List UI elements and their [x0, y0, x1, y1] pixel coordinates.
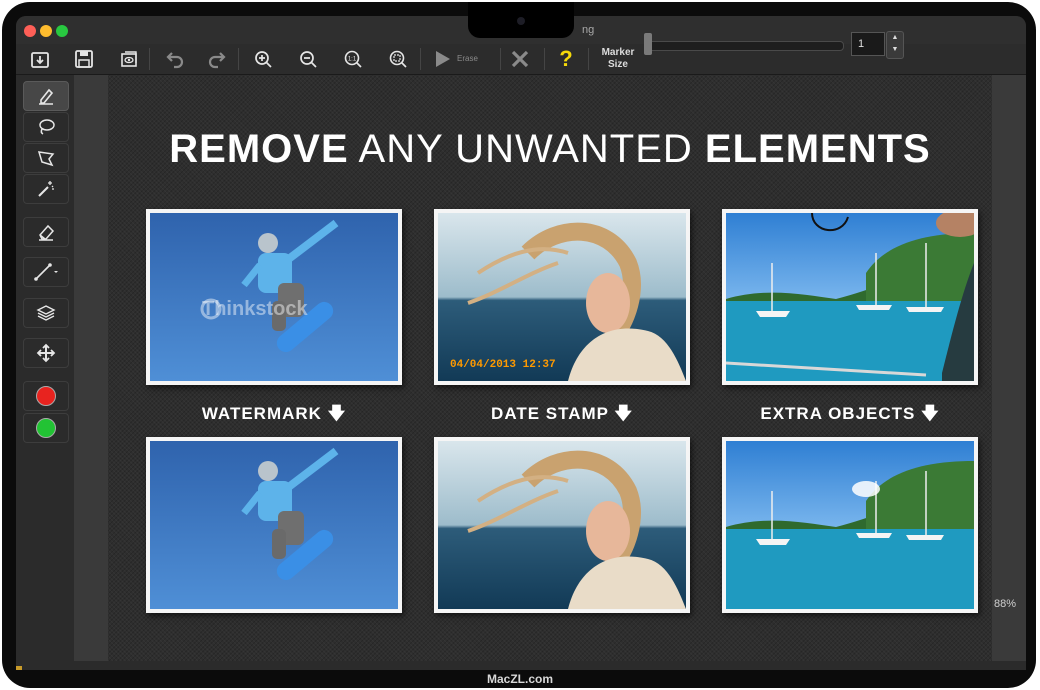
import-button[interactable]: [26, 46, 54, 72]
photo-extra-objects-after: [722, 437, 978, 613]
zoom-fit-icon: [389, 50, 407, 68]
date-stamp-text: 04/04/2013 12:37: [450, 359, 556, 371]
eraser-icon: [39, 224, 55, 241]
photo-extra-objects-before: [722, 209, 978, 385]
preview-icon: [121, 51, 137, 67]
eraser-tool[interactable]: [23, 217, 69, 247]
caption-extra-objects: EXTRA OBJECTS 🡇: [760, 404, 940, 423]
undo-icon: [166, 52, 184, 69]
device-bezel: ng 1:1 Erase ? Marker Size 1 ▲ ▼ REMOVE …: [2, 2, 1036, 688]
marker-size-field[interactable]: 1: [851, 32, 885, 56]
marker-tool[interactable]: [23, 81, 69, 111]
camera-dot: [517, 17, 525, 25]
status-bar: [16, 661, 1026, 670]
layers-icon: [36, 305, 56, 321]
brand-label: MacZL.com: [486, 672, 553, 686]
zoom-fit-button[interactable]: [384, 46, 412, 72]
lasso-tool[interactable]: [23, 112, 69, 142]
help-button[interactable]: ?: [552, 46, 580, 72]
save-icon: [75, 50, 93, 68]
zoom-out-button[interactable]: [294, 46, 322, 72]
close-window-button[interactable]: [24, 25, 36, 37]
move-icon: [36, 343, 56, 363]
canvas-right-margin: [992, 75, 1026, 661]
caption-date-stamp: DATE STAMP 🡇: [491, 404, 633, 423]
undo-button[interactable]: [160, 46, 188, 72]
svg-text:1:1: 1:1: [348, 57, 357, 63]
help-icon: ?: [559, 46, 573, 71]
line-icon: [34, 263, 58, 281]
marker-size-label: Marker Size: [601, 47, 635, 70]
redo-button[interactable]: [204, 46, 232, 72]
layers-tool[interactable]: [23, 298, 69, 328]
red-color-swatch[interactable]: [23, 381, 69, 411]
zoom-level: 88%: [993, 598, 1016, 610]
zoom-in-icon: [255, 51, 272, 68]
red-color-dot: [36, 386, 56, 406]
green-color-dot: [36, 418, 56, 438]
redo-icon: [208, 52, 226, 69]
canvas-left-margin: [74, 75, 108, 661]
magic-wand-icon: [38, 181, 54, 197]
lasso-icon: [39, 119, 55, 135]
line-tool[interactable]: [23, 257, 69, 287]
headline: REMOVE ANY UNWANTED ELEMENTS: [169, 127, 931, 171]
move-tool[interactable]: [23, 338, 69, 368]
import-icon: [31, 52, 49, 68]
zoom-actual-icon: 1:1: [344, 50, 362, 68]
zoom-actual-size-button[interactable]: 1:1: [339, 46, 367, 72]
polygon-lasso-tool[interactable]: [23, 143, 69, 173]
tool-sidebar: [16, 75, 74, 670]
magic-wand-tool[interactable]: [23, 174, 69, 204]
zoom-window-button[interactable]: [56, 25, 68, 37]
photo-watermark-after: [146, 437, 402, 613]
status-accent: [16, 666, 22, 670]
cancel-button[interactable]: [506, 46, 534, 72]
erase-button[interactable]: [428, 46, 456, 72]
close-icon: [511, 50, 529, 68]
erase-label: Erase: [457, 54, 478, 63]
caption-watermark: WATERMARK 🡇: [201, 404, 347, 423]
marker-size-slider[interactable]: [646, 41, 844, 51]
marker-size-stepper[interactable]: ▲ ▼: [886, 31, 904, 59]
marker-icon: [39, 88, 54, 105]
polygon-lasso-icon: [37, 151, 55, 167]
marker-size-slider-knob[interactable]: [644, 33, 652, 55]
zoom-in-button[interactable]: [249, 46, 277, 72]
down-arrow-icon: 🡇: [921, 404, 940, 423]
down-arrow-icon: 🡇: [614, 404, 633, 423]
photo-watermark-before: Thinkstock: [146, 209, 402, 385]
preview-button[interactable]: [115, 46, 143, 72]
down-arrow-icon: 🡇: [327, 404, 347, 423]
save-button[interactable]: [70, 46, 98, 72]
photo-datestamp-before: 04/04/2013 12:37: [434, 209, 690, 385]
app-window: ng 1:1 Erase ? Marker Size 1 ▲ ▼ REMOVE …: [16, 16, 1026, 670]
image-canvas[interactable]: REMOVE ANY UNWANTED ELEMENTS Thinkstock: [108, 75, 992, 661]
window-title: ng: [582, 24, 595, 36]
play-icon: [436, 51, 450, 67]
zoom-out-icon: [300, 51, 317, 68]
green-color-swatch[interactable]: [23, 413, 69, 443]
minimize-window-button[interactable]: [40, 25, 52, 37]
photo-datestamp-after: [434, 437, 690, 613]
